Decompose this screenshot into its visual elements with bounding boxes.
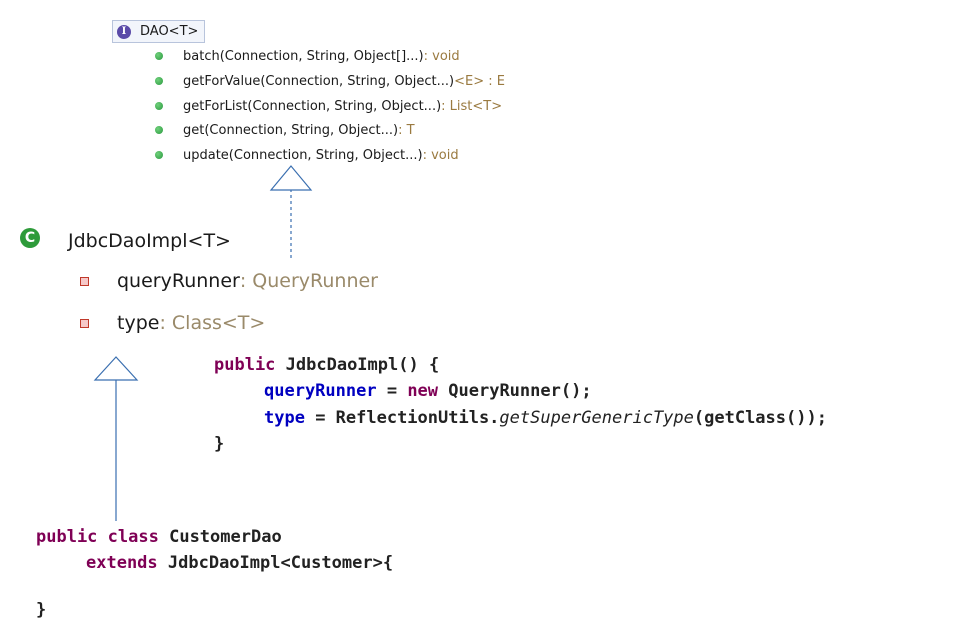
- generalization-arrow: [93, 356, 139, 521]
- realization-arrow: [269, 165, 313, 258]
- relationship-arrows: [93, 165, 313, 521]
